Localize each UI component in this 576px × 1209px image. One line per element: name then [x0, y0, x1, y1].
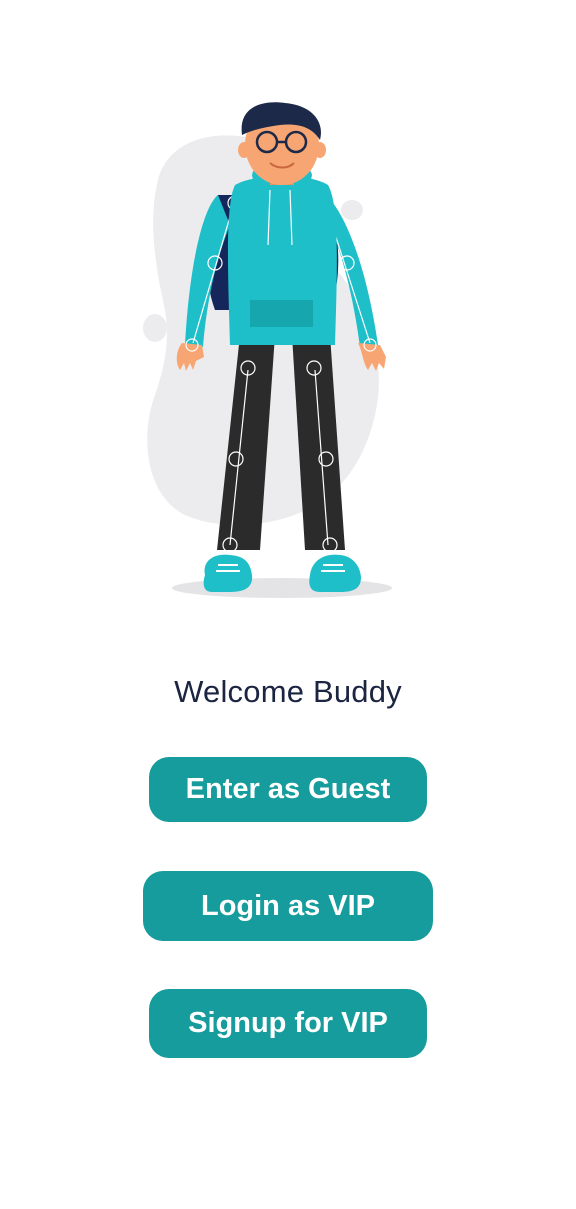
- login-as-vip-button[interactable]: Login as VIP: [143, 871, 433, 941]
- welcome-text: Welcome Buddy: [174, 674, 402, 709]
- hoodie: [227, 160, 337, 345]
- character-illustration: [143, 102, 392, 598]
- enter-as-guest-button[interactable]: Enter as Guest: [149, 757, 427, 822]
- signup-for-vip-button[interactable]: Signup for VIP: [149, 989, 427, 1058]
